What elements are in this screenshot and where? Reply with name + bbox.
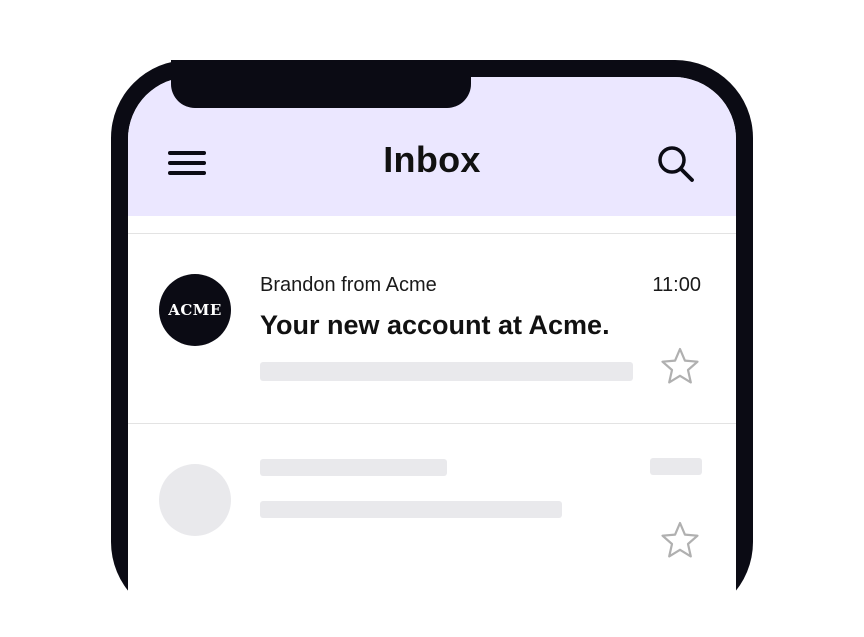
email-sender: Brandon from Acme bbox=[260, 274, 437, 296]
email-subject: Your new account at Acme. bbox=[260, 310, 610, 340]
time-placeholder bbox=[650, 458, 702, 475]
star-icon[interactable] bbox=[660, 346, 700, 386]
list-divider bbox=[128, 423, 736, 424]
email-preview-placeholder bbox=[260, 362, 633, 381]
page-title: Inbox bbox=[383, 139, 481, 180]
sender-avatar: ACME bbox=[159, 274, 231, 346]
email-time: 11:00 bbox=[652, 274, 701, 296]
phone-notch bbox=[171, 60, 471, 108]
sender-placeholder bbox=[260, 459, 447, 476]
list-divider bbox=[128, 233, 736, 234]
star-icon[interactable] bbox=[660, 520, 700, 560]
subject-placeholder bbox=[260, 501, 562, 518]
phone-frame: Inbox ACME Brandon from Acme 11:00 Your … bbox=[111, 60, 753, 637]
phone-screen: Inbox ACME Brandon from Acme 11:00 Your … bbox=[128, 77, 736, 637]
avatar-placeholder bbox=[159, 464, 231, 536]
search-icon[interactable] bbox=[656, 144, 696, 184]
